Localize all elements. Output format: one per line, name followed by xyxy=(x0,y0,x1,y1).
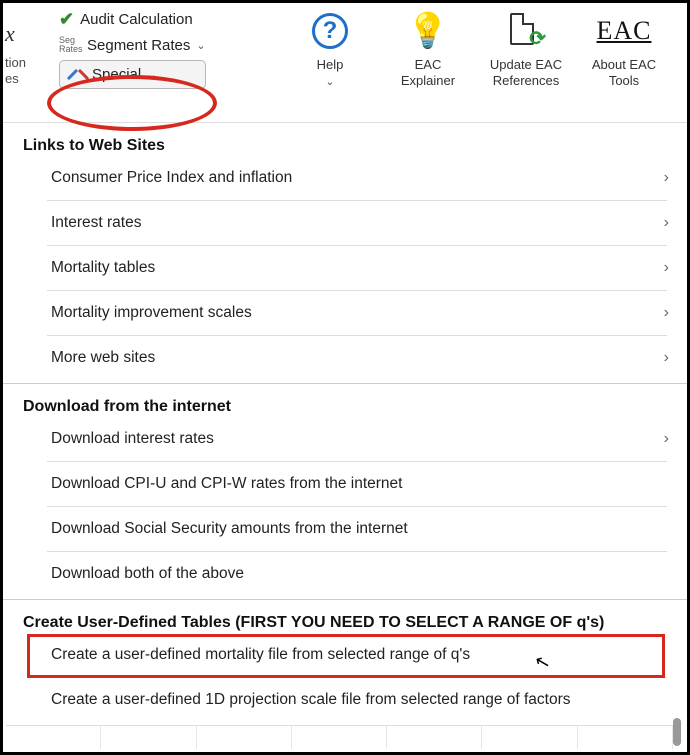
special-menu-panel: Links to Web Sites Consumer Price Index … xyxy=(3,123,687,729)
menu-item-label: More web sites xyxy=(51,349,155,367)
menu-item-label: Interest rates xyxy=(51,214,141,232)
ribbon-group-left: ✔ Audit Calculation Seg Rates Segment Ra… xyxy=(59,9,206,89)
fx-icon: x xyxy=(5,21,26,47)
chevron-right-icon: › xyxy=(664,349,669,367)
explainer-label: EAC Explainer xyxy=(387,57,469,89)
audit-label: Audit Calculation xyxy=(80,11,193,28)
tools-icon xyxy=(70,67,86,83)
section-header-links: Links to Web Sites xyxy=(3,129,687,159)
eac-explainer-button[interactable]: 💡 EAC Explainer xyxy=(387,9,469,89)
scrollbar-thumb[interactable] xyxy=(673,718,681,746)
help-label: Help xyxy=(317,57,344,72)
update-label: Update EAC References xyxy=(485,57,567,89)
about-button[interactable]: EAC About EAC Tools xyxy=(583,9,665,89)
chevron-down-icon: ⌄ xyxy=(196,39,205,52)
menu-item-download-cpi[interactable]: Download CPI-U and CPI-W rates from the … xyxy=(3,465,687,503)
seg-rates-icon: Seg Rates xyxy=(59,36,81,54)
menu-item-create-projection[interactable]: Create a user-defined 1D projection scal… xyxy=(3,681,687,719)
section-header-create-tables: Create User-Defined Tables (FIRST YOU NE… xyxy=(3,606,687,636)
section-header-download: Download from the internet xyxy=(3,390,687,420)
special-button[interactable]: Special ⌄ xyxy=(59,60,206,89)
ribbon-toolbar: x tion es ✔ Audit Calculation Seg Rates … xyxy=(3,3,687,123)
clipped-text-2: es xyxy=(5,71,19,86)
chevron-right-icon: › xyxy=(664,169,669,187)
ribbon-group-right: ? Help ⌄ 💡 EAC Explainer ⟳ Update EAC Ref… xyxy=(289,9,679,89)
menu-item-label: Download both of the above xyxy=(51,565,244,583)
menu-item-mortality-tables[interactable]: Mortality tables › xyxy=(3,249,687,287)
clipped-left-panel: x tion es xyxy=(3,21,26,87)
spreadsheet-grid-edge xyxy=(6,725,673,749)
audit-calculation-button[interactable]: ✔ Audit Calculation xyxy=(59,9,206,30)
menu-item-cpi[interactable]: Consumer Price Index and inflation › xyxy=(3,159,687,197)
special-label: Special xyxy=(92,66,141,83)
menu-item-label: Create a user-defined mortality file fro… xyxy=(51,646,470,664)
about-label: About EAC Tools xyxy=(583,57,665,89)
chevron-down-icon: ⌄ xyxy=(147,68,156,81)
menu-item-mortality-improvement[interactable]: Mortality improvement scales › xyxy=(3,294,687,332)
document-refresh-icon: ⟳ xyxy=(506,11,546,51)
help-icon: ? xyxy=(312,13,348,49)
menu-item-label: Download CPI-U and CPI-W rates from the … xyxy=(51,475,402,493)
menu-item-download-both[interactable]: Download both of the above xyxy=(3,555,687,593)
checkmark-icon: ✔ xyxy=(59,9,74,30)
segment-label: Segment Rates xyxy=(87,37,190,54)
help-button[interactable]: ? Help ⌄ xyxy=(289,9,371,89)
menu-item-label: Mortality improvement scales xyxy=(51,304,252,322)
chevron-down-icon: ⌄ xyxy=(325,76,334,88)
menu-item-more-sites[interactable]: More web sites › xyxy=(3,339,687,377)
menu-item-download-interest[interactable]: Download interest rates › xyxy=(3,420,687,458)
chevron-right-icon: › xyxy=(664,430,669,448)
menu-item-download-ss[interactable]: Download Social Security amounts from th… xyxy=(3,510,687,548)
update-references-button[interactable]: ⟳ Update EAC References xyxy=(485,9,567,89)
menu-item-interest-rates[interactable]: Interest rates › xyxy=(3,204,687,242)
clipped-text-1: tion xyxy=(5,55,26,70)
menu-item-label: Mortality tables xyxy=(51,259,155,277)
menu-item-label: Download interest rates xyxy=(51,430,214,448)
menu-item-label: Consumer Price Index and inflation xyxy=(51,169,292,187)
menu-item-label: Download Social Security amounts from th… xyxy=(51,520,408,538)
chevron-right-icon: › xyxy=(664,304,669,322)
chevron-right-icon: › xyxy=(664,214,669,232)
eac-logo-icon: EAC xyxy=(597,16,652,46)
menu-item-create-mortality[interactable]: Create a user-defined mortality file fro… xyxy=(3,636,687,674)
chevron-right-icon: › xyxy=(664,259,669,277)
segment-rates-button[interactable]: Seg Rates Segment Rates ⌄ xyxy=(59,36,206,54)
lightbulb-icon: 💡 xyxy=(407,11,449,51)
menu-item-label: Create a user-defined 1D projection scal… xyxy=(51,691,571,709)
